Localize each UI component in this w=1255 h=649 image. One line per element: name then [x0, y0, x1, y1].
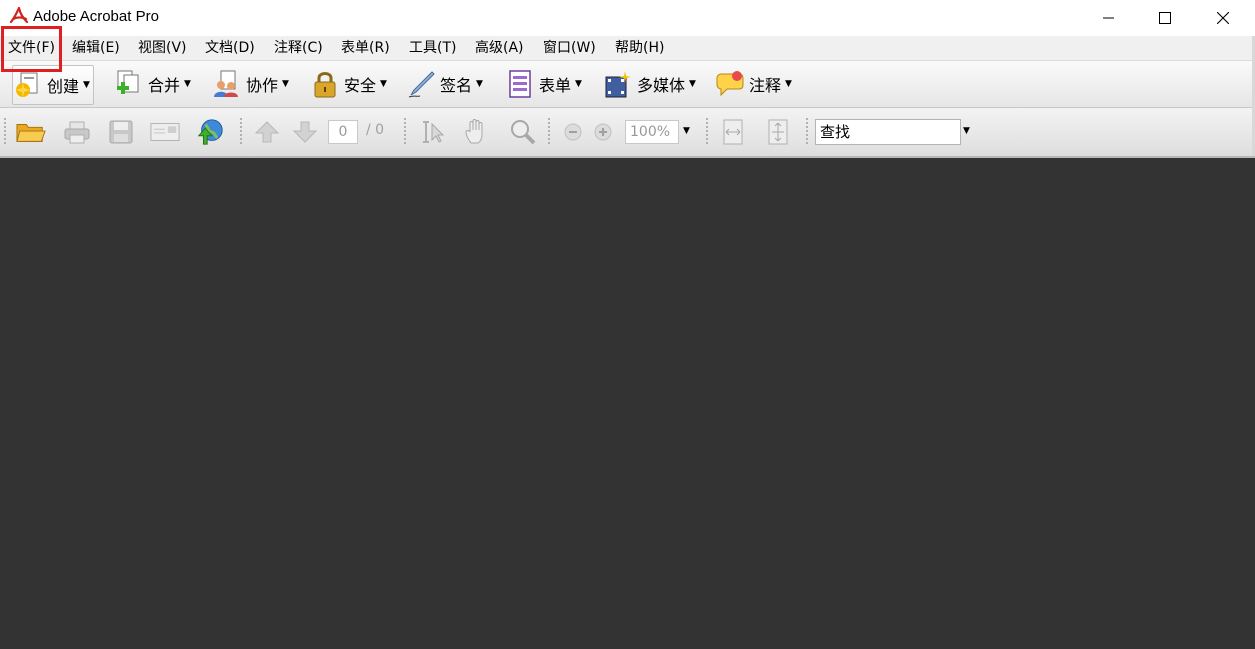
toolbar-separator [706, 118, 708, 146]
envelope-icon [150, 123, 180, 141]
collaborate-label: 协作 [246, 76, 279, 95]
maximize-icon [1159, 12, 1171, 24]
save-icon [109, 120, 133, 144]
close-button[interactable] [1194, 0, 1252, 36]
toolbar-grip[interactable] [4, 118, 6, 146]
open-button[interactable] [16, 119, 46, 145]
collaborate-task-button[interactable]: 协作 ▼ [212, 65, 289, 103]
print-button[interactable] [62, 119, 92, 145]
forms-task-button[interactable]: 表单 ▼ [505, 65, 582, 103]
acrobat-logo-icon [9, 7, 29, 24]
zoom-in-button[interactable] [588, 119, 618, 145]
dropdown-arrow-icon: ▼ [689, 79, 696, 89]
dropdown-arrow-icon: ▼ [184, 79, 191, 89]
sign-label: 签名 [440, 76, 473, 95]
toolbar-separator [806, 118, 808, 146]
menu-window[interactable]: 窗口(W) [543, 36, 596, 60]
fit-page-icon [768, 119, 788, 145]
menu-help[interactable]: 帮助(H) [615, 36, 664, 60]
upload-web-button[interactable] [195, 119, 225, 145]
search-input[interactable]: 查找 [815, 119, 961, 145]
previous-page-button[interactable] [252, 119, 282, 145]
create-pdf-icon [16, 72, 38, 98]
zoom-dropdown-arrow-icon[interactable]: ▼ [683, 126, 690, 136]
dropdown-arrow-icon: ▼ [380, 79, 387, 89]
menu-forms[interactable]: 表单(R) [341, 36, 390, 60]
dropdown-arrow-icon: ▼ [282, 79, 289, 89]
fit-page-width-icon [723, 119, 743, 145]
menu-advanced[interactable]: 高级(A) [475, 36, 524, 60]
security-label: 安全 [344, 76, 377, 95]
security-task-button[interactable]: 安全 ▼ [310, 65, 387, 103]
dropdown-arrow-icon: ▼ [476, 79, 483, 89]
sign-task-button[interactable]: 签名 ▼ [406, 65, 483, 103]
comment-label: 注释 [749, 76, 782, 95]
zoom-tool-button[interactable] [508, 119, 538, 145]
tasks-toolbar: 创建 ▼ 合并 ▼ 协作 ▼ 安全 ▼ 签名 ▼ 表单 ▼ 多媒体 ▼ 注释 ▼ [0, 61, 1255, 108]
combine-task-button[interactable]: 合并 ▼ [114, 65, 191, 103]
magnifier-icon [511, 120, 536, 145]
create-label: 创建 [47, 77, 80, 96]
fit-width-button[interactable] [718, 119, 748, 145]
window-title: Adobe Acrobat Pro [33, 8, 159, 25]
minimize-icon [1103, 17, 1114, 19]
maximize-button[interactable] [1136, 0, 1194, 36]
multimedia-label: 多媒体 [637, 76, 686, 95]
form-icon [509, 70, 531, 98]
email-button[interactable] [150, 119, 180, 145]
forms-label: 表单 [539, 76, 572, 95]
zoom-out-icon [564, 123, 582, 141]
document-area[interactable] [0, 158, 1255, 649]
multimedia-icon [605, 71, 631, 98]
hand-tool-button[interactable] [462, 119, 492, 145]
title-bar: Adobe Acrobat Pro [0, 0, 1255, 36]
printer-icon [64, 121, 90, 144]
arrow-down-icon [292, 121, 318, 143]
menu-view[interactable]: 视图(V) [138, 36, 187, 60]
page-total-label: / 0 [366, 122, 385, 138]
save-button[interactable] [106, 119, 136, 145]
next-page-button[interactable] [290, 119, 320, 145]
pen-icon [408, 71, 435, 98]
toolbar-separator [548, 118, 550, 146]
select-tool-button[interactable] [418, 119, 448, 145]
lock-icon [314, 72, 336, 98]
collaborate-icon [214, 70, 238, 97]
toolbar-separator [240, 118, 242, 146]
folder-open-icon [16, 124, 46, 142]
close-icon [1217, 12, 1229, 24]
menu-edit[interactable]: 编辑(E) [72, 36, 120, 60]
zoom-in-icon [594, 123, 612, 141]
zoom-out-button[interactable] [558, 119, 588, 145]
zoom-level-input[interactable]: 100% [625, 120, 679, 144]
highlight-box [1, 26, 62, 72]
hand-icon [465, 119, 483, 144]
page-number-input[interactable]: 0 [328, 120, 358, 144]
toolbar-separator [404, 118, 406, 146]
minimize-button[interactable] [1080, 0, 1138, 36]
search-dropdown-arrow-icon[interactable]: ▼ [963, 126, 970, 136]
text-cursor-select-icon [423, 121, 445, 143]
arrow-up-icon [254, 121, 280, 143]
menu-tools[interactable]: 工具(T) [409, 36, 456, 60]
menu-bar: 文件(F) 编辑(E) 视图(V) 文档(D) 注释(C) 表单(R) 工具(T… [0, 36, 1255, 61]
multimedia-task-button[interactable]: 多媒体 ▼ [603, 65, 696, 103]
menu-document[interactable]: 文档(D) [205, 36, 255, 60]
combine-label: 合并 [148, 76, 181, 95]
globe-upload-icon [197, 119, 223, 145]
dropdown-arrow-icon: ▼ [575, 79, 582, 89]
menu-comments[interactable]: 注释(C) [274, 36, 323, 60]
fit-page-button[interactable] [763, 119, 793, 145]
dropdown-arrow-icon: ▼ [785, 79, 792, 89]
dropdown-arrow-icon: ▼ [83, 80, 90, 90]
comment-icon [716, 71, 744, 97]
comment-task-button[interactable]: 注释 ▼ [715, 65, 792, 103]
combine-files-icon [117, 70, 139, 94]
